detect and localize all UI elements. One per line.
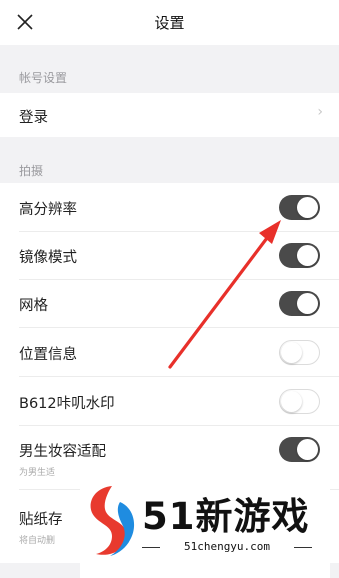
setting-label-mirror-mode: 镜像模式	[19, 250, 77, 266]
chevron-right-icon: ›	[317, 104, 323, 120]
section-label-shooting: 拍摄	[19, 164, 44, 178]
page-title: 设置	[154, 14, 185, 32]
section-label-account: 帐号设置	[19, 71, 68, 85]
toggle-male-makeup[interactable]	[279, 437, 320, 462]
toggle-mirror-mode[interactable]	[279, 243, 320, 268]
divider	[19, 376, 339, 377]
setting-label-grid: 网格	[19, 298, 48, 314]
toggle-grid[interactable]	[279, 291, 320, 316]
watermark-brand: 51新游戏	[142, 495, 310, 538]
divider	[19, 231, 339, 232]
setting-label-location: 位置信息	[19, 347, 77, 363]
watermark-url: 51chengyu.com	[183, 540, 271, 553]
setting-label-male-makeup: 男生妆容适配	[19, 444, 106, 460]
toggle-watermark[interactable]	[279, 389, 320, 414]
top-bar: 设置	[0, 0, 339, 45]
login-label: 登录	[19, 110, 48, 126]
setting-label-watermark: B612咔叽水印	[19, 396, 115, 412]
setting-label-sticker-save: 贴纸存	[19, 512, 63, 528]
setting-sub-male-makeup: 为男生适	[19, 468, 56, 478]
toggle-location[interactable]	[279, 340, 320, 365]
toggle-knob	[297, 293, 318, 314]
toggle-knob	[297, 439, 318, 460]
divider	[19, 327, 339, 328]
setting-sub-sticker-save: 将自动删	[19, 536, 56, 546]
toggle-knob	[281, 391, 302, 412]
toggle-knob	[297, 245, 318, 266]
close-icon	[17, 14, 33, 30]
toggle-high-resolution[interactable]	[279, 195, 320, 220]
site-watermark: 51新游戏 51chengyu.com	[80, 480, 330, 578]
login-row[interactable]: 登录 ›	[0, 93, 339, 137]
toggle-knob	[297, 197, 318, 218]
watermark-line-right	[294, 547, 312, 548]
setting-label-high-resolution: 高分辨率	[19, 202, 77, 218]
close-button[interactable]	[12, 9, 38, 35]
toggle-knob	[281, 342, 302, 363]
divider	[19, 279, 339, 280]
divider	[19, 425, 339, 426]
brand-logo-icon	[90, 486, 135, 556]
